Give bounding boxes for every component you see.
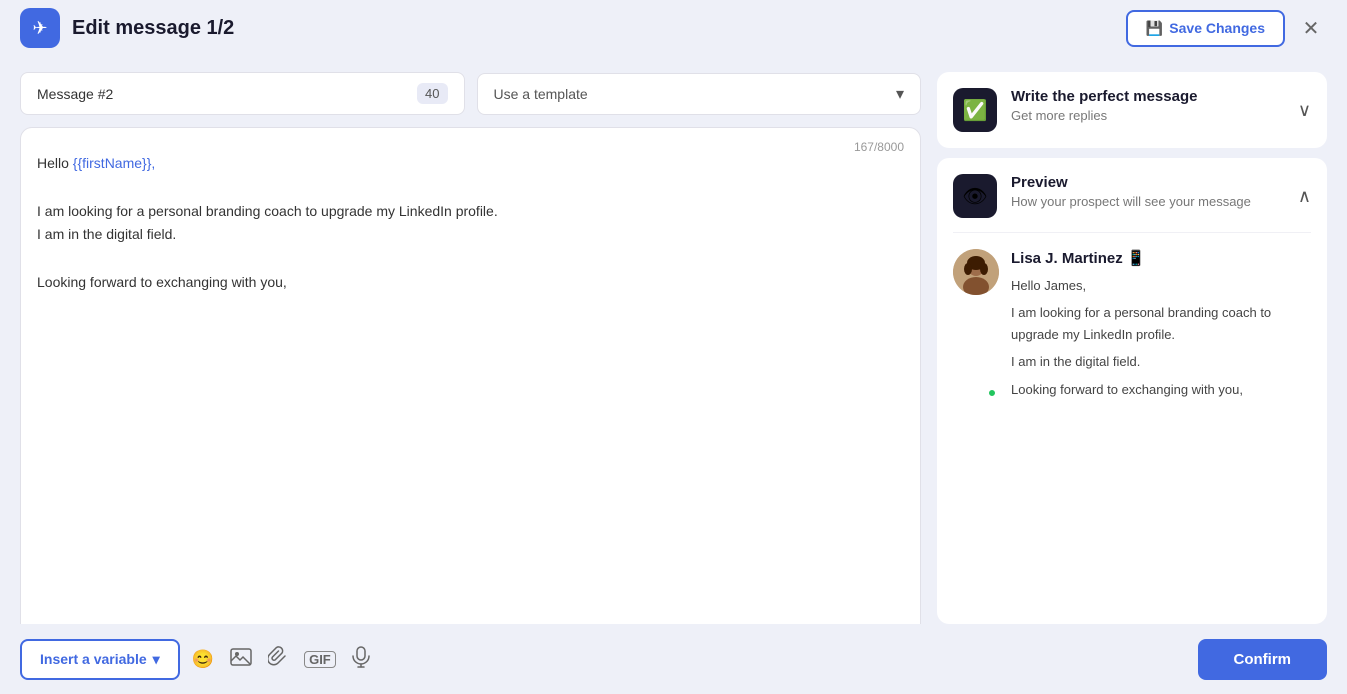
insert-chevron-icon: ▾ (153, 651, 160, 668)
preview-expand-icon[interactable]: ∧ (1298, 186, 1311, 207)
editor-line1: I am looking for a personal branding coa… (37, 200, 904, 224)
chevron-down-icon: ▾ (896, 84, 904, 104)
save-icon: 💾 (1146, 20, 1163, 37)
image-icon[interactable] (230, 646, 252, 673)
save-changes-button[interactable]: 💾 Save Changes (1126, 10, 1285, 47)
char-limit-display: 167/8000 (854, 140, 904, 154)
right-panel: ✅ Write the perfect message Get more rep… (937, 72, 1327, 694)
close-button[interactable]: ✕ (1295, 12, 1327, 44)
prospect-message-content: Lisa J. Martinez 📱 Hello James, I am loo… (1011, 249, 1311, 400)
prospect-message: Hello James, I am looking for a personal… (1011, 275, 1311, 400)
left-panel: Message #2 40 Use a template ▾ 167/8000 … (20, 72, 921, 694)
tips-card-text: Write the perfect message Get more repli… (1011, 88, 1197, 123)
mic-icon[interactable] (352, 646, 370, 673)
greeting-text: Hello (37, 155, 73, 171)
online-indicator (987, 388, 997, 398)
page-title: Edit message 1/2 (72, 17, 234, 40)
editor-content: Hello {{firstName}}, I am looking for a … (37, 144, 904, 677)
preview-header-text: Preview How your prospect will see your … (1011, 174, 1251, 209)
editor-area[interactable]: 167/8000 Hello {{firstName}}, I am looki… (20, 127, 921, 694)
avatar (953, 249, 999, 295)
firstname-variable: {{firstName}}, (73, 155, 156, 171)
avatar-svg (953, 249, 999, 295)
header-actions: 💾 Save Changes ✕ (1126, 10, 1327, 47)
attachment-icon[interactable] (268, 646, 288, 673)
insert-variable-button[interactable]: Insert a variable ▾ (20, 639, 180, 680)
preview-card: 👁 Preview How your prospect will see you… (937, 158, 1327, 624)
template-dropdown[interactable]: Use a template ▾ (477, 73, 922, 115)
editor-line2: I am in the digital field. (37, 223, 904, 247)
avatar-wrap (953, 249, 999, 400)
app-logo: ✈ (20, 8, 60, 48)
toolbar-icons: 😊 GIF (192, 646, 370, 673)
template-dropdown-label: Use a template (494, 86, 588, 102)
tips-collapse-icon[interactable]: ∨ (1298, 100, 1311, 121)
preview-card-icon: 👁 (953, 174, 997, 218)
message-label: Message #2 (37, 86, 113, 102)
tips-card: ✅ Write the perfect message Get more rep… (937, 72, 1327, 148)
editor-line3: Looking forward to exchanging with you, (37, 271, 904, 295)
bottom-toolbar: Insert a variable ▾ 😊 GIF Confir (0, 624, 1347, 694)
header: ✈ Edit message 1/2 💾 Save Changes ✕ (0, 0, 1347, 56)
message-label-box: Message #2 40 (20, 72, 465, 115)
controls-row: Message #2 40 Use a template ▾ (20, 72, 921, 115)
prospect-preview: Lisa J. Martinez 📱 Hello James, I am loo… (953, 249, 1311, 400)
char-count-badge: 40 (417, 83, 447, 104)
preview-card-header: 👁 Preview How your prospect will see you… (953, 174, 1311, 233)
confirm-button[interactable]: Confirm (1198, 639, 1328, 680)
prospect-name: Lisa J. Martinez 📱 (1011, 249, 1311, 267)
tips-card-icon: ✅ (953, 88, 997, 132)
gif-icon[interactable]: GIF (304, 651, 336, 668)
emoji-icon[interactable]: 😊 (192, 649, 214, 670)
main-content: Message #2 40 Use a template ▾ 167/8000 … (0, 56, 1347, 694)
